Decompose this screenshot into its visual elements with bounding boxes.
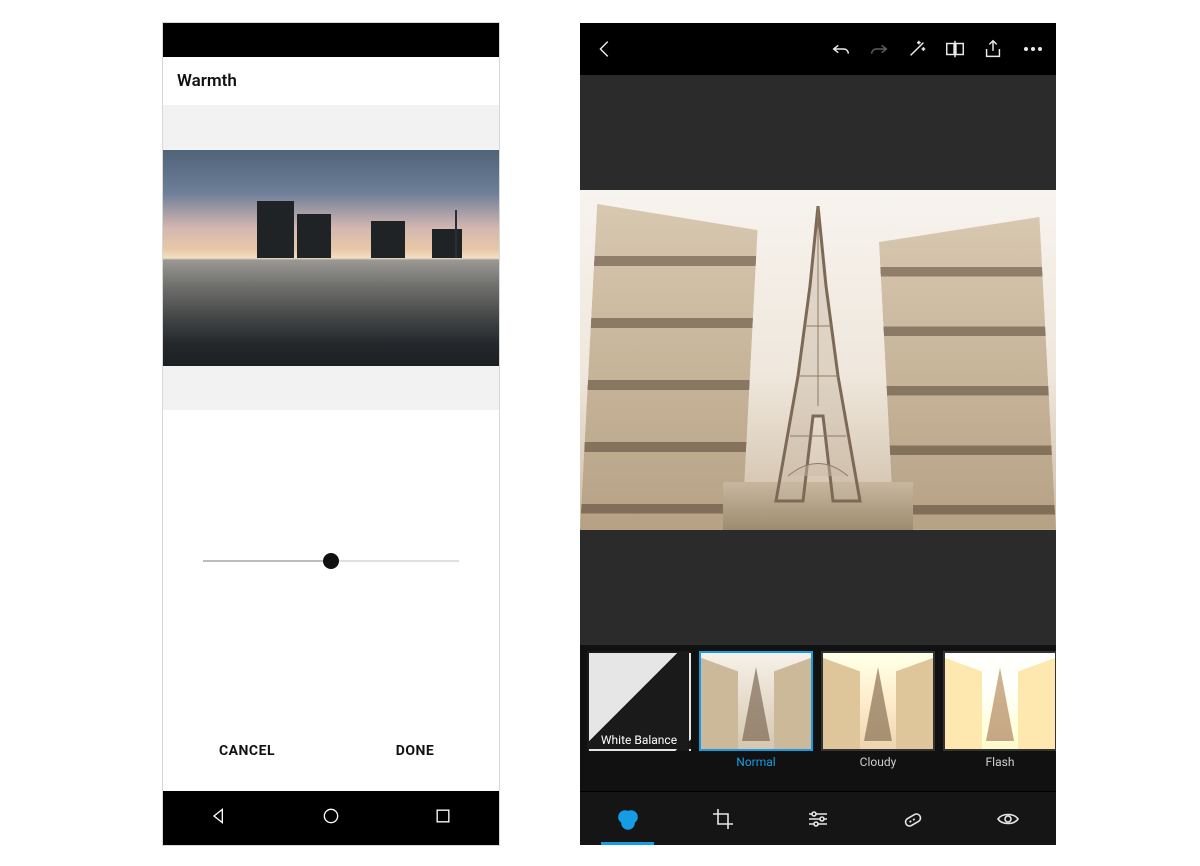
- filter-label: Cloudy: [860, 755, 897, 769]
- filter-option-flash[interactable]: Flash: [942, 651, 1056, 769]
- action-row: CANCEL DONE: [163, 711, 499, 791]
- compare-icon[interactable]: [944, 38, 966, 60]
- filter-option-cloudy[interactable]: Cloudy: [820, 651, 936, 769]
- warmth-slider[interactable]: [163, 410, 499, 711]
- tab-crop[interactable]: [675, 792, 770, 845]
- filter-label: Flash: [986, 755, 1015, 769]
- more-icon[interactable]: [1020, 38, 1042, 60]
- phone-left: Warmth CANCEL DONE: [163, 23, 499, 845]
- back-icon[interactable]: [594, 38, 616, 60]
- undo-icon[interactable]: [830, 38, 852, 60]
- nav-recent-icon[interactable]: [433, 806, 453, 830]
- screen-title: Warmth: [163, 57, 499, 105]
- phone-right: White Balance Normal Cloudy Flash: [580, 23, 1056, 845]
- editor-toolbar: [580, 23, 1056, 75]
- photo-preview[interactable]: [163, 150, 499, 366]
- android-nav-bar: [163, 791, 499, 845]
- tab-heal[interactable]: [866, 792, 961, 845]
- cancel-button[interactable]: CANCEL: [163, 711, 331, 791]
- status-bar: [163, 23, 499, 57]
- slider-thumb[interactable]: [323, 553, 339, 569]
- filter-label: Normal: [736, 755, 775, 769]
- redo-icon: [868, 38, 890, 60]
- photo-preview-area: [163, 105, 499, 410]
- share-icon[interactable]: [982, 38, 1004, 60]
- canvas-area: [580, 75, 1056, 645]
- filter-strip[interactable]: White Balance Normal Cloudy Flash: [580, 645, 1056, 791]
- tab-adjust[interactable]: [770, 792, 865, 845]
- nav-home-icon[interactable]: [321, 806, 341, 830]
- tool-tabs: [580, 791, 1056, 845]
- nav-back-icon[interactable]: [209, 806, 229, 830]
- auto-enhance-icon[interactable]: [906, 38, 928, 60]
- filter-group-label: White Balance: [601, 733, 677, 747]
- tab-redeye[interactable]: [961, 792, 1056, 845]
- filter-option-normal[interactable]: Normal: [698, 651, 814, 769]
- tab-filters[interactable]: [580, 792, 675, 845]
- main-photo[interactable]: [580, 190, 1056, 530]
- filter-group-header[interactable]: White Balance: [586, 651, 692, 769]
- done-button[interactable]: DONE: [331, 711, 499, 791]
